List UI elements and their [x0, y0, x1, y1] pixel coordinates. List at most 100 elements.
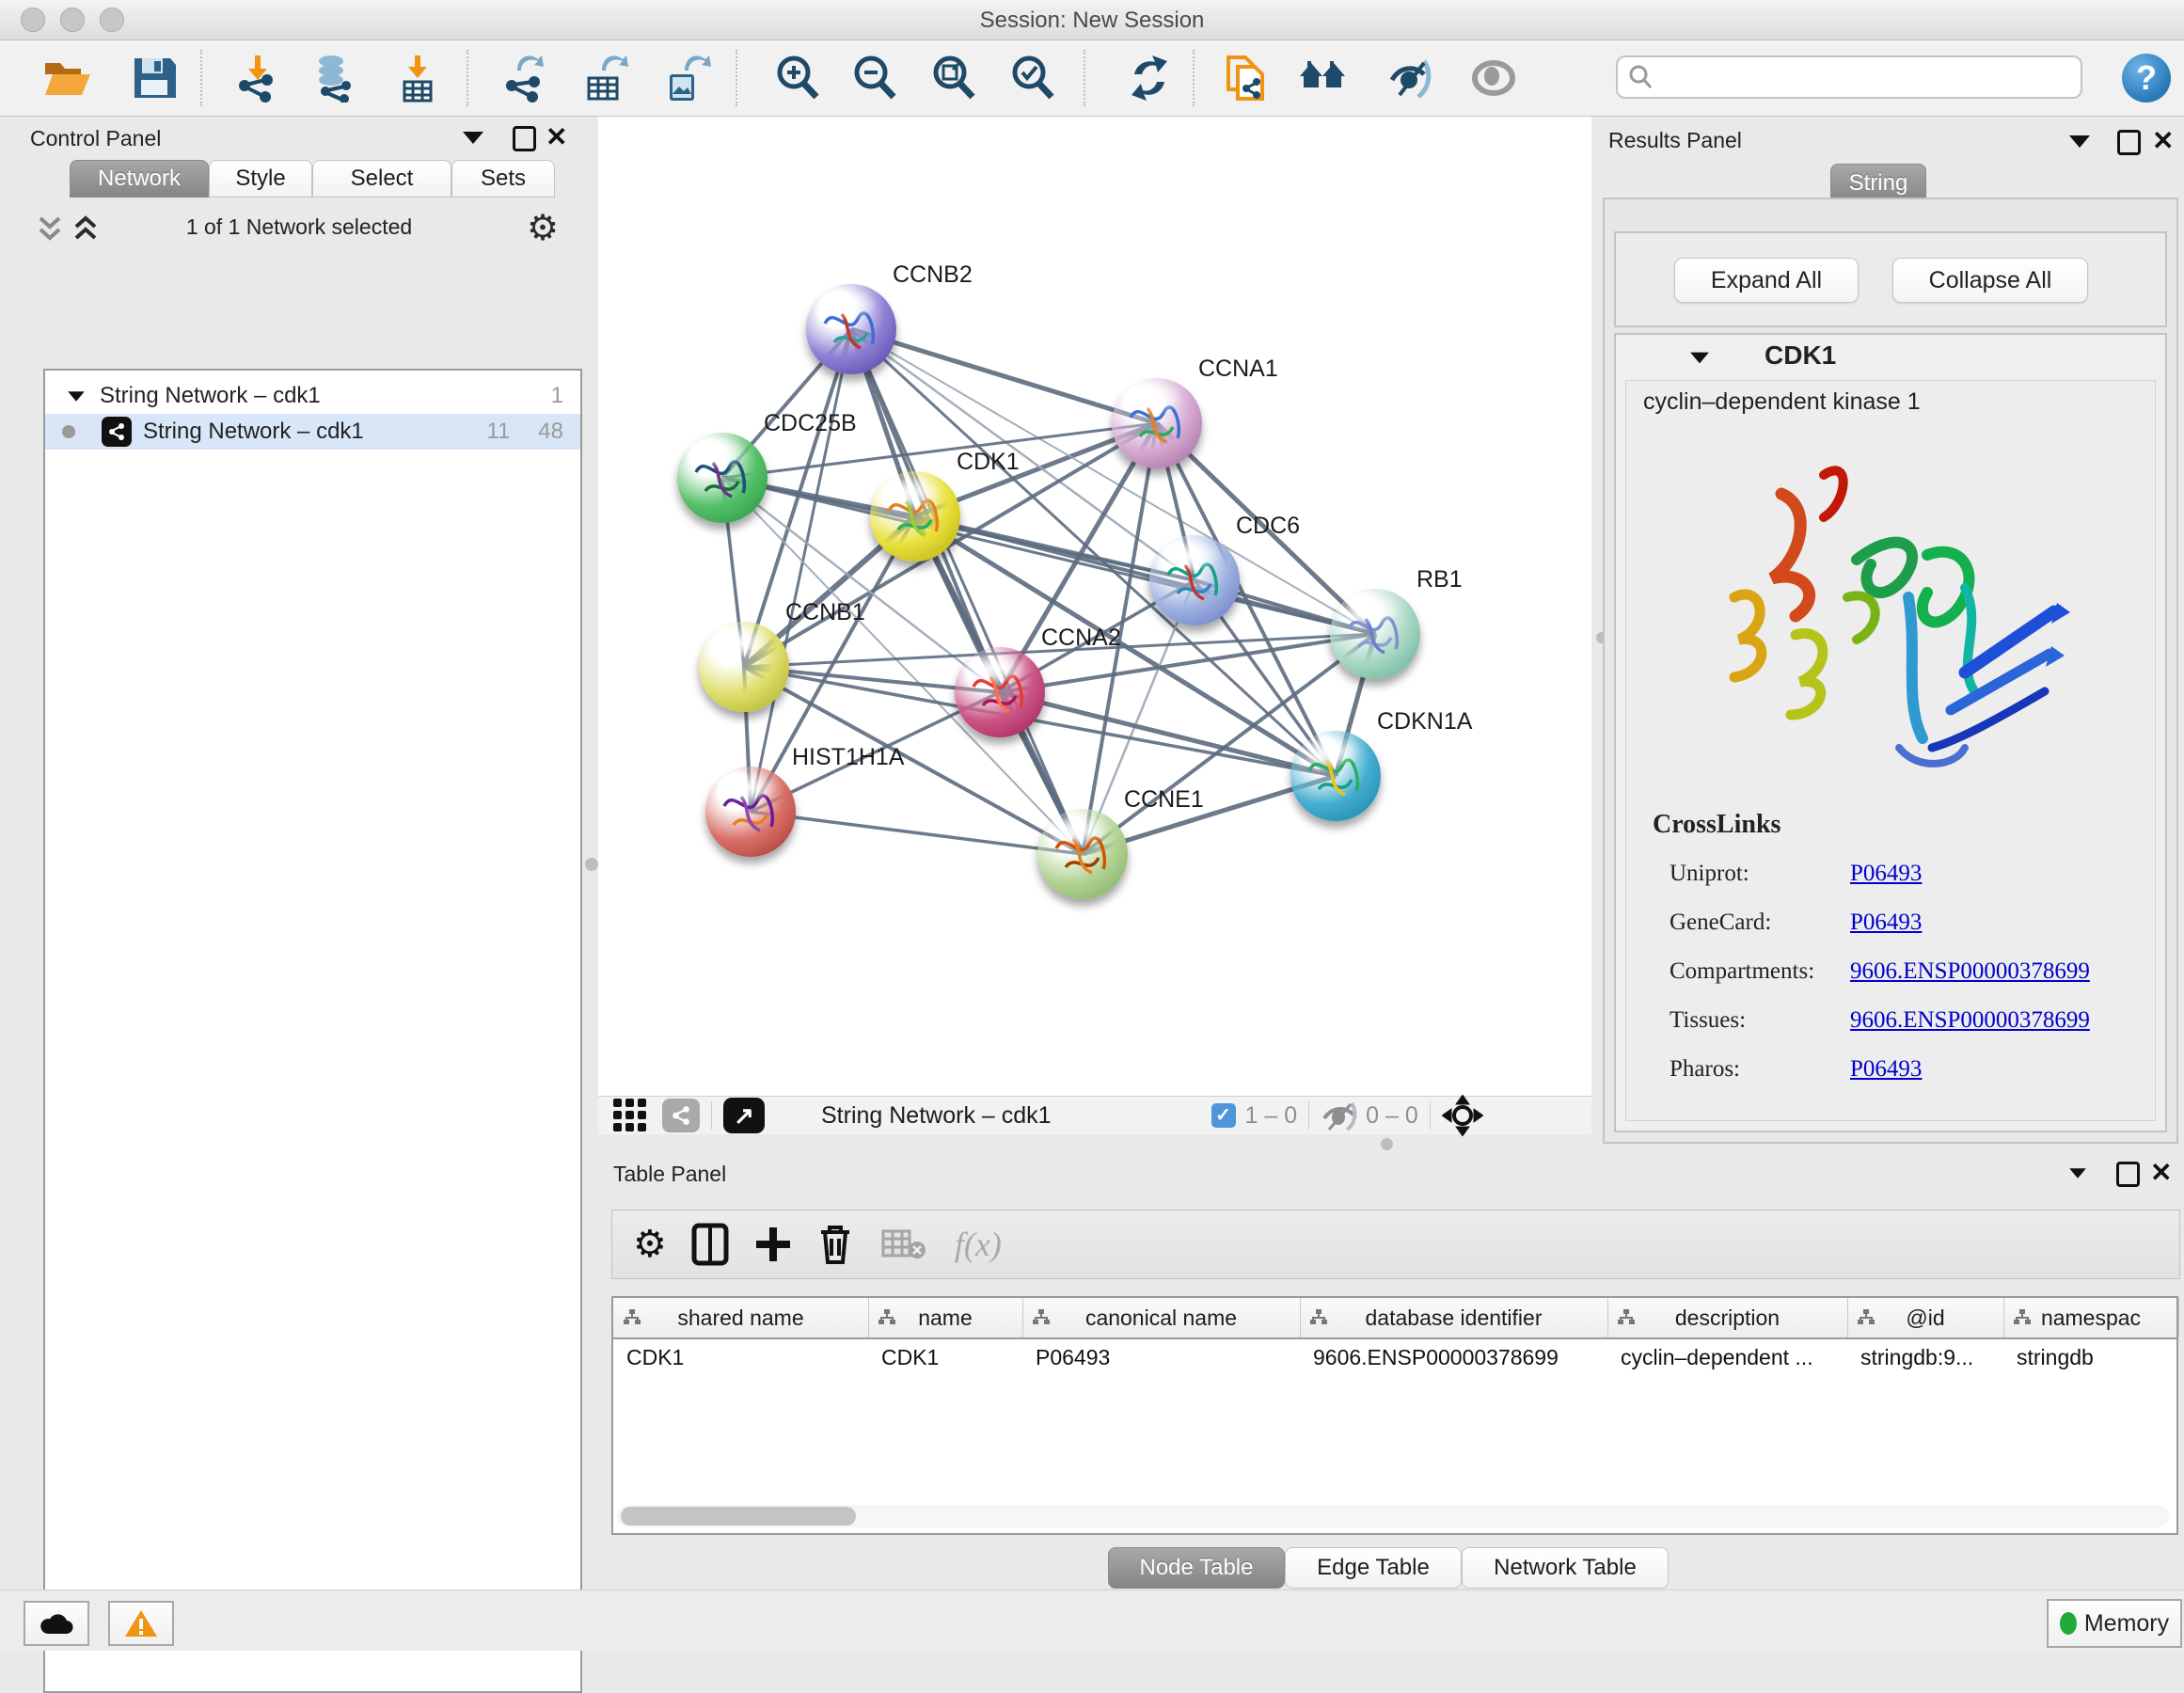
- add-column-icon[interactable]: [753, 1225, 793, 1264]
- results-panel-close-icon[interactable]: ✕: [2152, 132, 2174, 150]
- split-columns-icon[interactable]: [691, 1223, 729, 1266]
- tree-expander-icon[interactable]: [68, 391, 85, 401]
- network-options-gear-icon[interactable]: ⚙: [527, 207, 559, 249]
- network-node-cdk1[interactable]: [870, 471, 960, 562]
- tab-edge-table[interactable]: Edge Table: [1285, 1547, 1462, 1589]
- column-header-name[interactable]: name: [868, 1298, 1023, 1337]
- crosslink-link[interactable]: P06493: [1850, 861, 1922, 887]
- houses-icon[interactable]: [1298, 54, 1347, 103]
- overview-eye-icon[interactable]: [1469, 54, 1518, 103]
- share-view-icon[interactable]: [662, 1099, 700, 1132]
- zoom-fit-icon[interactable]: [929, 54, 978, 103]
- horizontal-splitter-handle[interactable]: [1381, 1138, 1393, 1150]
- node-label-cdk1: CDK1: [957, 449, 1020, 476]
- table-cell[interactable]: cyclin–dependent ...: [1607, 1341, 1847, 1373]
- table-cell[interactable]: stringdb:9...: [1847, 1341, 2003, 1373]
- results-panel-collapse-icon[interactable]: [2069, 135, 2090, 148]
- network-node-hist1h1a[interactable]: [705, 767, 796, 857]
- crosslink-link[interactable]: 9606.ENSP00000378699: [1850, 958, 2090, 985]
- network-node-ccnb1[interactable]: [699, 622, 789, 712]
- delete-column-icon[interactable]: [817, 1223, 853, 1266]
- protein-collapse-icon[interactable]: [1690, 353, 1709, 364]
- open-session-icon[interactable]: [41, 54, 90, 103]
- export-image-icon[interactable]: [662, 54, 711, 103]
- import-table-icon[interactable]: [393, 54, 442, 103]
- warnings-button[interactable]: [108, 1601, 174, 1646]
- table-cell[interactable]: CDK1: [613, 1341, 868, 1373]
- column-header-shared-name[interactable]: shared name: [613, 1298, 869, 1337]
- import-network-icon[interactable]: [233, 54, 282, 103]
- table-panel-collapse-icon[interactable]: [2069, 1168, 2086, 1178]
- refresh-icon[interactable]: [1125, 54, 1174, 103]
- save-session-icon[interactable]: [130, 54, 179, 103]
- network-node-rb1[interactable]: [1330, 589, 1420, 679]
- tab-node-table[interactable]: Node Table: [1108, 1547, 1285, 1589]
- network-node-ccna2[interactable]: [955, 647, 1045, 737]
- tab-sets[interactable]: Sets: [451, 160, 555, 198]
- table-cell[interactable]: CDK1: [868, 1341, 1022, 1373]
- tab-network-table[interactable]: Network Table: [1462, 1547, 1669, 1589]
- help-button[interactable]: ?: [2122, 54, 2171, 103]
- table-cell[interactable]: P06493: [1022, 1341, 1300, 1373]
- string-clone-network-icon[interactable]: [1221, 54, 1270, 103]
- column-header-canonical-name[interactable]: canonical name: [1022, 1298, 1301, 1337]
- vertical-splitter-handle[interactable]: [585, 858, 598, 871]
- network-tree-root-row[interactable]: String Network – cdk1 1: [45, 378, 580, 414]
- zoom-in-icon[interactable]: [773, 54, 822, 103]
- control-panel-collapse-icon[interactable]: [463, 132, 483, 144]
- column-header-description[interactable]: description: [1607, 1298, 1848, 1337]
- crosslink-link[interactable]: P06493: [1850, 1056, 1922, 1083]
- table-panel-close-icon[interactable]: ✕: [2150, 1163, 2172, 1182]
- network-status-dot: [62, 425, 75, 438]
- network-collection-label: String Network – cdk1: [100, 383, 321, 409]
- tab-network[interactable]: Network: [70, 160, 209, 198]
- detach-view-icon[interactable]: ↗: [723, 1098, 765, 1133]
- cloud-button[interactable]: [24, 1601, 89, 1646]
- export-network-icon[interactable]: [500, 54, 549, 103]
- graphics-details-icon[interactable]: [1386, 54, 1435, 103]
- export-table-icon[interactable]: [581, 54, 630, 103]
- tab-select[interactable]: Select: [312, 160, 451, 198]
- protein-description: cyclin–dependent kinase 1: [1643, 388, 1921, 416]
- function-builder-icon[interactable]: f(x): [955, 1225, 1002, 1264]
- expand-all-button[interactable]: Expand All: [1674, 258, 1859, 303]
- table-cell[interactable]: 9606.ENSP00000378699: [1300, 1341, 1607, 1373]
- tab-style[interactable]: Style: [209, 160, 312, 198]
- zoom-out-icon[interactable]: [850, 54, 899, 103]
- table-panel-float-icon[interactable]: [2116, 1162, 2140, 1187]
- network-tree-child-row[interactable]: String Network – cdk1 11 48: [45, 414, 580, 450]
- selected-checkbox-icon[interactable]: ✓: [1211, 1103, 1236, 1128]
- network-node-ccna1[interactable]: [1112, 378, 1202, 468]
- crosslink-link[interactable]: P06493: [1850, 910, 1922, 936]
- scrollbar-thumb[interactable]: [621, 1507, 856, 1526]
- pan-crosshair-icon[interactable]: [1442, 1095, 1483, 1136]
- network-node-cdkn1a[interactable]: [1290, 731, 1381, 821]
- node-label-ccnb2: CCNB2: [893, 261, 973, 289]
- network-node-cdc25b[interactable]: [677, 433, 768, 523]
- column-header-@id[interactable]: @id: [1847, 1298, 2004, 1337]
- node-gloss: [1304, 736, 1362, 767]
- network-node-ccne1[interactable]: [1037, 809, 1128, 899]
- table-settings-gear-icon[interactable]: ⚙: [633, 1223, 667, 1266]
- zoom-selected-icon[interactable]: [1008, 54, 1057, 103]
- table-hscrollbar[interactable]: [617, 1505, 2169, 1527]
- collapse-all-button[interactable]: Collapse All: [1892, 258, 2088, 303]
- results-panel-float-icon[interactable]: [2117, 130, 2141, 155]
- memory-button[interactable]: Memory: [2047, 1599, 2182, 1648]
- search-input[interactable]: [1654, 63, 2081, 91]
- network-node-ccnb2[interactable]: [806, 284, 896, 374]
- crosslink-link[interactable]: 9606.ENSP00000378699: [1850, 1007, 2090, 1034]
- network-node-cdc6[interactable]: [1149, 535, 1240, 625]
- column-header-database-identifier[interactable]: database identifier: [1300, 1298, 1608, 1337]
- column-header-namespac[interactable]: namespac: [2003, 1298, 2179, 1337]
- control-panel-close-icon[interactable]: ✕: [546, 128, 567, 147]
- grid-view-icon[interactable]: [611, 1097, 649, 1134]
- table-cell[interactable]: stringdb: [2003, 1341, 2178, 1373]
- node-label-cdc6: CDC6: [1236, 513, 1300, 540]
- clear-table-icon[interactable]: [881, 1227, 926, 1261]
- import-database-icon[interactable]: [310, 54, 359, 103]
- network-canvas[interactable]: CCNB2CCNA1CDC25BCDK1CDC6RB1CCNB1CCNA2CDK…: [598, 117, 1591, 1096]
- hierarchy-icon: [878, 1308, 896, 1327]
- node-table: shared namenamecanonical namedatabase id…: [611, 1296, 2178, 1535]
- control-panel-float-icon[interactable]: [513, 126, 536, 151]
